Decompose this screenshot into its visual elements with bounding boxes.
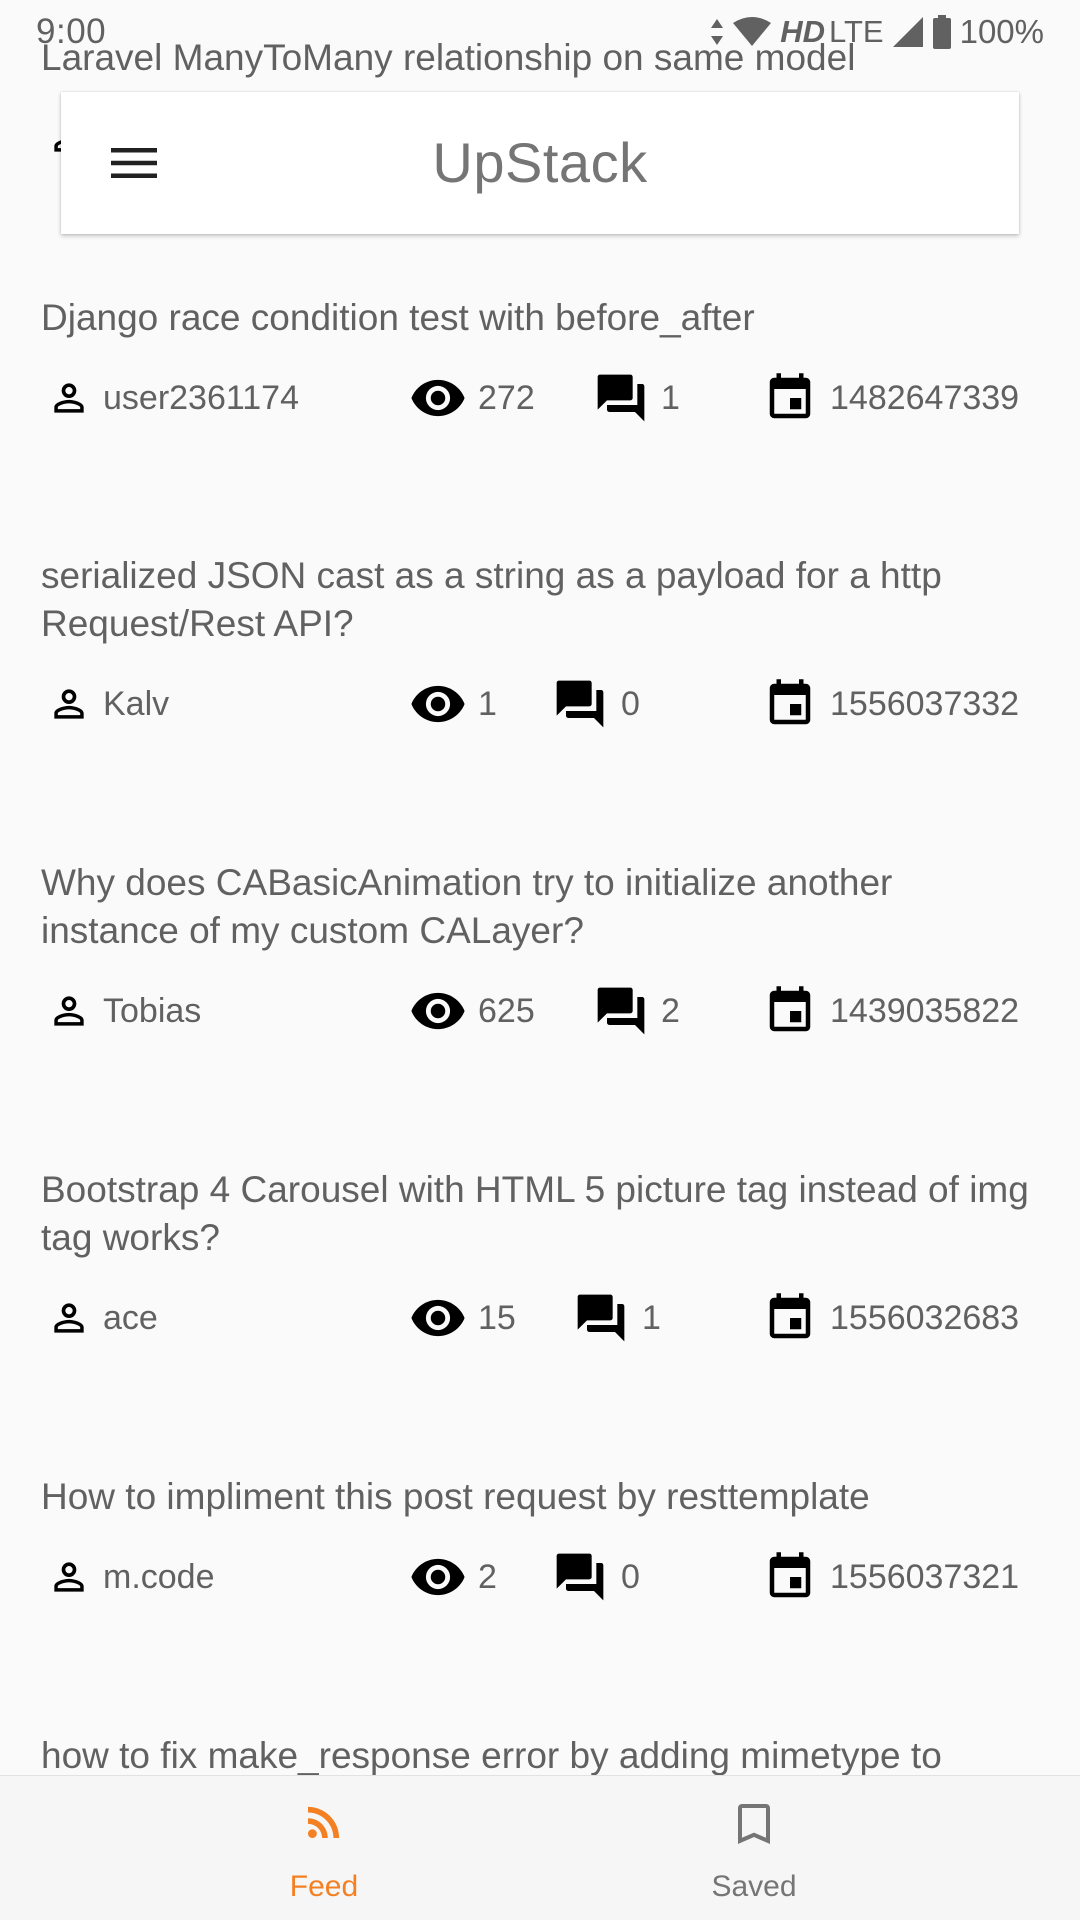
- question-title: Why does CABasicAnimation try to initial…: [41, 862, 893, 951]
- answer-count: 0: [621, 1557, 640, 1596]
- status-time: 9:00: [36, 11, 107, 51]
- calendar-icon: [763, 981, 817, 1041]
- question-title: Bootstrap 4 Carousel with HTML 5 picture…: [41, 1169, 1029, 1258]
- nav-feed-tab[interactable]: Feed: [174, 1776, 474, 1920]
- feed-item[interactable]: serialized JSON cast as a string as a pa…: [0, 552, 1080, 734]
- network-label: LTE: [829, 13, 884, 49]
- question-author: user2361174: [103, 378, 299, 417]
- question-date: 1482647339: [830, 378, 1020, 417]
- view-count: 1: [478, 684, 497, 723]
- calendar-icon: [763, 674, 817, 734]
- question-feed[interactable]: Laravel ManyToMany relationship on same …: [0, 0, 1080, 1776]
- bookmark-icon: [604, 1798, 904, 1852]
- eye-icon: [409, 674, 467, 734]
- question-meta: user2361174 272 1 1482647339: [41, 368, 1039, 428]
- question-author: Kalv: [103, 684, 170, 723]
- question-title: How to impliment this post request by re…: [41, 1476, 870, 1517]
- question-meta: Tobias 625 2 1439035822: [41, 981, 1039, 1041]
- question-title: Django race condition test with before_a…: [41, 297, 755, 338]
- question-title: serialized JSON cast as a string as a pa…: [41, 555, 942, 644]
- feed-item[interactable]: How to impliment this post request by re…: [0, 1473, 1080, 1607]
- question-author: m.code: [103, 1557, 215, 1596]
- question-date: 1556037321: [830, 1557, 1020, 1596]
- feed-item-partial-bottom[interactable]: how to fix make_response error by adding…: [0, 1732, 1080, 1776]
- question-date: 1556037332: [830, 684, 1020, 723]
- answer-count: 1: [661, 378, 680, 417]
- forum-icon: [593, 981, 649, 1041]
- feed-item[interactable]: Why does CABasicAnimation try to initial…: [0, 859, 1080, 1041]
- status-bar: 9:00 HD LTE 100%: [0, 0, 1080, 63]
- rss-feed-icon: [174, 1798, 474, 1846]
- eye-icon: [409, 1288, 467, 1348]
- question-author: Tobias: [103, 991, 202, 1030]
- question-meta: Kalv 1 0 1556037332: [41, 674, 1039, 734]
- calendar-icon: [763, 1547, 817, 1607]
- answer-count: 0: [621, 684, 640, 723]
- calendar-icon: [763, 1288, 817, 1348]
- view-count: 625: [478, 991, 535, 1030]
- user-icon: [47, 1288, 91, 1348]
- wifi-icon: [732, 16, 772, 48]
- answer-count: 2: [661, 991, 680, 1030]
- user-icon: [47, 1547, 91, 1607]
- hd-label: HD: [780, 13, 826, 49]
- app-title: UpStack: [432, 131, 648, 194]
- question-title: how to fix make_response error by adding…: [41, 1735, 942, 1776]
- question-author: ace: [103, 1298, 158, 1337]
- view-count: 272: [478, 378, 535, 417]
- question-meta: ace 15 1 1556032683: [41, 1288, 1039, 1348]
- nav-saved-tab[interactable]: Saved: [604, 1776, 904, 1920]
- cell-signal-icon: [892, 16, 924, 48]
- forum-icon: [593, 368, 649, 428]
- answer-count: 1: [642, 1298, 661, 1337]
- data-activity-icon: [710, 17, 724, 47]
- top-app-bar: UpStack: [61, 92, 1019, 234]
- battery-icon: [932, 14, 952, 49]
- feed-item[interactable]: Bootstrap 4 Carousel with HTML 5 picture…: [0, 1166, 1080, 1348]
- status-indicators: HD LTE 100%: [710, 13, 1044, 51]
- eye-icon: [409, 368, 467, 428]
- forum-icon: [552, 674, 608, 734]
- calendar-icon: [763, 368, 817, 428]
- user-icon: [47, 674, 91, 734]
- eye-icon: [409, 1547, 467, 1607]
- network-type: HD LTE: [780, 14, 883, 50]
- view-count: 2: [478, 1557, 497, 1596]
- nav-saved-label: Saved: [711, 1870, 797, 1903]
- forum-icon: [573, 1288, 629, 1348]
- battery-level: 100%: [959, 12, 1044, 50]
- question-date: 1439035822: [830, 991, 1020, 1030]
- bottom-navigation: Feed Saved: [0, 1775, 1080, 1920]
- view-count: 15: [478, 1298, 516, 1337]
- feed-item[interactable]: Django race condition test with before_a…: [0, 294, 1080, 428]
- forum-icon: [552, 1547, 608, 1607]
- eye-icon: [409, 981, 467, 1041]
- nav-feed-label: Feed: [289, 1870, 359, 1903]
- question-meta: m.code 2 0 1556037321: [41, 1547, 1039, 1607]
- user-icon: [47, 368, 91, 428]
- question-date: 1556032683: [830, 1298, 1020, 1337]
- user-icon: [47, 981, 91, 1041]
